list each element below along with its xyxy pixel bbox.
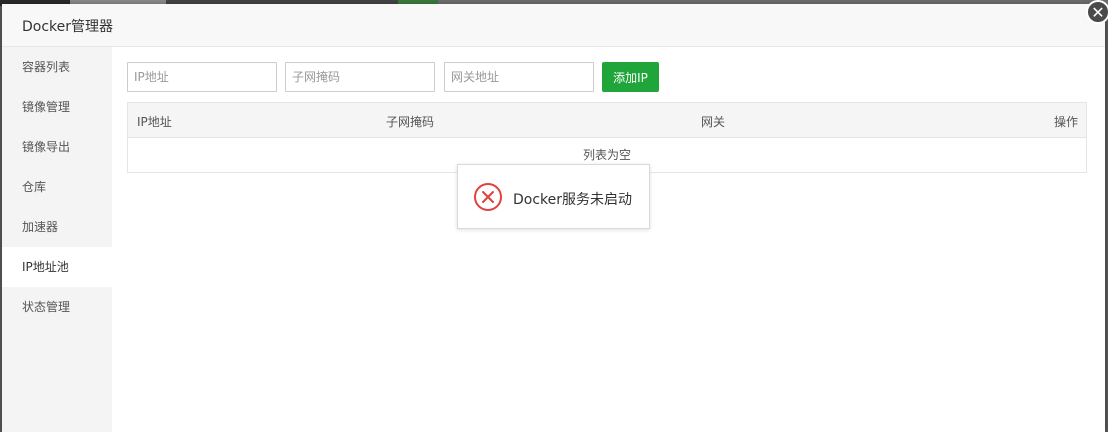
- sidebar-item-status-management[interactable]: 状态管理: [2, 287, 112, 327]
- close-icon[interactable]: ✕: [1086, 0, 1108, 24]
- sidebar-item-repository[interactable]: 仓库: [2, 167, 112, 207]
- table-header: IP地址 子网掩码 网关 操作: [128, 103, 1086, 138]
- ip-toolbar: 添加IP: [127, 62, 1087, 92]
- ip-address-input[interactable]: [127, 62, 277, 92]
- column-header-ip: IP地址: [137, 115, 172, 129]
- dialog-title: Docker管理器: [22, 19, 114, 35]
- docker-manager-dialog: Docker管理器 ✕ 容器列表 镜像管理 镜像导出 仓库 加速器 IP地址池 …: [2, 0, 1108, 432]
- column-header-mask: 子网掩码: [386, 115, 435, 129]
- column-header-actions: 操作: [1053, 115, 1078, 129]
- ip-table: IP地址 子网掩码 网关 操作 列表为空: [127, 102, 1087, 173]
- dialog-header: Docker管理器: [2, 4, 1105, 47]
- sidebar: 容器列表 镜像管理 镜像导出 仓库 加速器 IP地址池 状态管理: [2, 47, 112, 432]
- toast-message: Docker服务未启动: [513, 192, 633, 208]
- error-circle-icon: [474, 183, 502, 211]
- sidebar-item-ip-pool[interactable]: IP地址池: [2, 247, 112, 287]
- gateway-input[interactable]: [444, 62, 594, 92]
- sidebar-item-accelerator[interactable]: 加速器: [2, 207, 112, 247]
- error-toast: Docker服务未启动: [457, 164, 650, 229]
- sidebar-item-image-export[interactable]: 镜像导出: [2, 127, 112, 167]
- column-header-gateway: 网关: [701, 115, 726, 129]
- sidebar-item-image-management[interactable]: 镜像管理: [2, 87, 112, 127]
- add-ip-button[interactable]: 添加IP: [602, 62, 659, 92]
- subnet-mask-input[interactable]: [285, 62, 435, 92]
- sidebar-item-container-list[interactable]: 容器列表: [2, 47, 112, 87]
